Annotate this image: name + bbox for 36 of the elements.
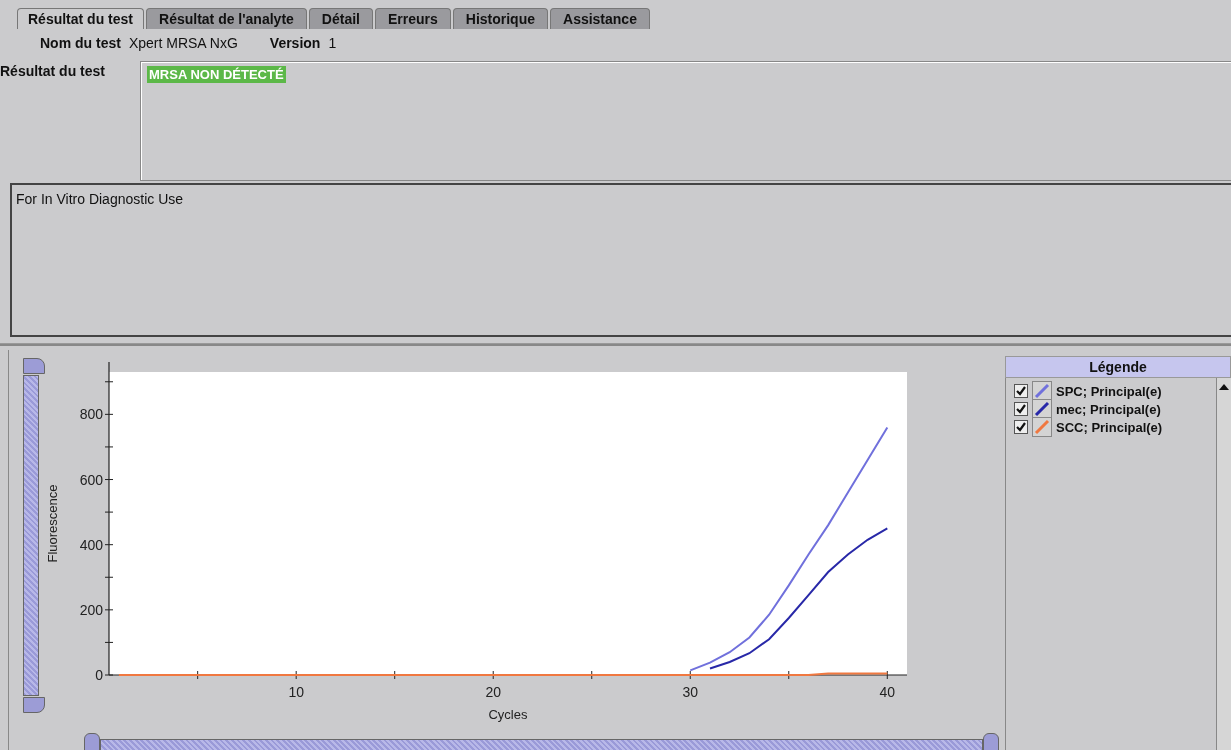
scrollbar[interactable] [1216, 378, 1231, 750]
field-label: Résultat du test [0, 62, 106, 81]
y-tick-label: 600 [79, 471, 103, 488]
vertical-range-slider[interactable] [23, 358, 45, 713]
x-tick-label: 20 [485, 684, 501, 700]
legend-label: SCC; Principal(e) [1056, 419, 1163, 435]
legend-label: mec; Principal(e) [1056, 401, 1161, 417]
notes-text: For In Vitro Diagnostic Use [16, 191, 184, 207]
y-tick-label: 200 [79, 601, 103, 618]
field-label: Version [269, 35, 321, 51]
legend-label: SPC; Principal(e) [1056, 383, 1162, 399]
x-tick-label: 10 [288, 684, 304, 700]
x-tick-label: 30 [682, 684, 699, 700]
checkbox[interactable] [1014, 384, 1028, 398]
tab[interactable]: Résultat du test [17, 8, 144, 29]
legend-header: Légende [1005, 356, 1231, 378]
x-axis-title: Cycles [488, 707, 528, 722]
tab[interactable]: Erreurs [374, 8, 451, 29]
tab[interactable]: Détail [308, 8, 373, 29]
test-name-value: Xpert MRSA NxG [128, 35, 238, 51]
tab[interactable]: Historique [452, 8, 548, 29]
checkbox[interactable] [1014, 402, 1028, 416]
y-axis-title: Fluorescence [45, 484, 60, 563]
tab[interactable]: Assistance [550, 8, 650, 29]
x-tick-label: 40 [879, 684, 896, 700]
y-tick-label: 800 [79, 406, 103, 423]
tab[interactable]: Résultat de l'analyte [146, 8, 307, 29]
splitter-handle[interactable] [0, 343, 1231, 346]
checkbox[interactable] [1014, 420, 1028, 434]
y-tick-label: 400 [79, 536, 103, 553]
result-value: MRSA NON DÉTECTÉ [147, 66, 286, 83]
y-tick-label: 0 [95, 667, 103, 683]
horizontal-range-slider[interactable] [84, 735, 999, 750]
scroll-up-icon[interactable] [1218, 382, 1230, 392]
version-value: 1 [328, 35, 337, 51]
field-label: Nom du test [40, 35, 121, 51]
